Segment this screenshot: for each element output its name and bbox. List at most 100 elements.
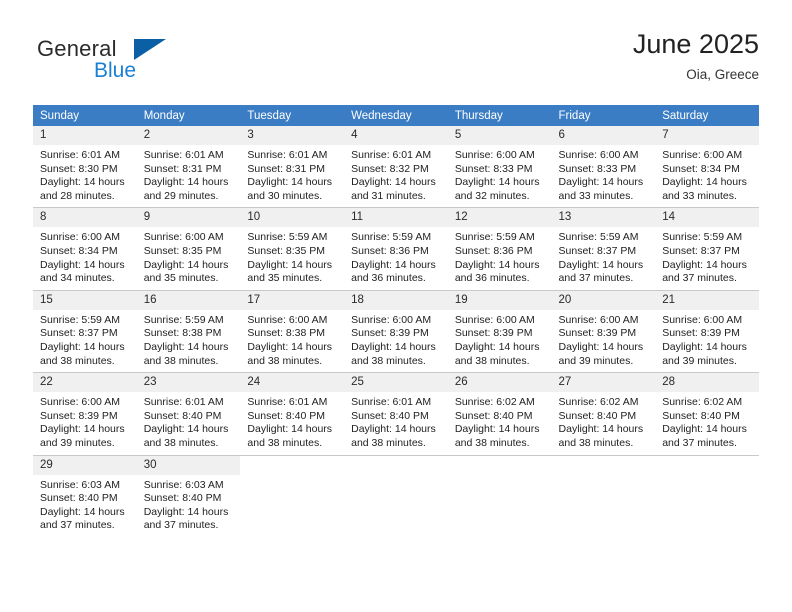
calendar-day-cell-empty (447, 454, 552, 537)
calendar-day-cell[interactable]: 27 Sunrise: 6:02 AM Sunset: 8:40 PM Dayligh… (551, 372, 656, 455)
calendar-day-cell[interactable]: 24 Sunrise: 6:01 AM Sunset: 8:40 PM Dayligh… (240, 372, 345, 455)
sunrise-text: Sunrise: 5:59 AM (143, 313, 224, 326)
sunset-text: Sunset: 8:37 PM (558, 244, 637, 257)
calendar-day-cell[interactable]: 21 Sunrise: 6:00 AM Sunset: 8:39 PM Dayligh… (655, 289, 759, 373)
sunset-text: Sunset: 8:40 PM (662, 409, 740, 422)
sunrise-text: Sunrise: 6:00 AM (454, 149, 535, 161)
calendar-day-cell[interactable]: 28 Sunrise: 6:02 AM Sunset: 8:40 PM Dayligh… (655, 372, 759, 455)
day-number (655, 455, 759, 475)
sunrise-text: Sunrise: 5:59 AM (40, 313, 120, 326)
day-number (447, 455, 552, 475)
calendar-day-cell[interactable]: 9 Sunrise: 6:00 AM Sunset: 8:35 PM Daylight… (136, 207, 241, 291)
sunset-text: Sunset: 8:32 PM (351, 162, 429, 175)
day-details: Sunrise: 6:01 AM Sunset: 8:30 PM Daylight:… (33, 145, 137, 207)
day-details: Sunrise: 6:01 AM Sunset: 8:40 PM Daylight:… (137, 392, 241, 454)
calendar-day-cell[interactable]: 29 Sunrise: 6:03 AM Sunset: 8:40 PM Dayligh… (33, 454, 137, 537)
sunset-text: Sunset: 8:35 PM (247, 244, 326, 257)
day-details: Sunrise: 6:02 AM Sunset: 8:40 PM Daylight:… (552, 392, 656, 454)
calendar-day-cell[interactable]: 25 Sunrise: 6:01 AM Sunset: 8:40 PM Dayligh… (344, 372, 448, 455)
day-number: 8 (33, 208, 137, 228)
day-details: Sunrise: 6:01 AM Sunset: 8:32 PM Daylight:… (344, 145, 448, 207)
weekday-header-row: Sunday Monday Tuesday Wednesday Thursday… (33, 105, 759, 126)
day-details (655, 475, 759, 483)
sunrise-text: Sunrise: 6:02 AM (662, 396, 743, 409)
day-number (344, 455, 448, 475)
day-details: Sunrise: 5:59 AM Sunset: 8:35 PM Daylight:… (240, 227, 344, 289)
calendar-day-cell[interactable]: 2 Sunrise: 6:01 AM Sunset: 8:31 PM Daylight… (136, 126, 241, 208)
calendar-day-cell[interactable]: 7 Sunrise: 6:00 AM Sunset: 8:34 PM Daylight… (655, 126, 759, 208)
sunrise-text: Sunrise: 5:59 AM (351, 231, 432, 244)
daylight-text-line1: Daylight: 14 hours (351, 423, 436, 436)
sunset-text: Sunset: 8:37 PM (40, 327, 118, 340)
day-number: 6 (551, 126, 656, 145)
calendar-day-cell[interactable]: 11 Sunrise: 5:59 AM Sunset: 8:36 PM Dayligh… (344, 207, 448, 291)
sunset-text: Sunset: 8:40 PM (558, 409, 637, 422)
sunset-text: Sunset: 8:35 PM (143, 244, 222, 257)
sunset-text: Sunset: 8:34 PM (662, 162, 740, 175)
weekday-header-sunday: Sunday (33, 105, 137, 126)
sunset-text: Sunset: 8:39 PM (662, 327, 740, 340)
daylight-text-line1: Daylight: 14 hours (40, 340, 125, 353)
calendar-day-cell[interactable]: 4 Sunrise: 6:01 AM Sunset: 8:32 PM Daylight… (344, 126, 448, 208)
day-details: Sunrise: 5:59 AM Sunset: 8:37 PM Daylight:… (655, 227, 759, 289)
calendar-day-cell[interactable]: 8 Sunrise: 6:00 AM Sunset: 8:34 PM Daylight… (33, 207, 137, 291)
daylight-text-line2: and 38 minutes. (247, 354, 323, 367)
daylight-text-line2: and 38 minutes. (351, 354, 426, 367)
calendar-day-cell[interactable]: 3 Sunrise: 6:01 AM Sunset: 8:31 PM Daylight… (240, 126, 345, 208)
calendar-day-cell[interactable]: 1 Sunrise: 6:01 AM Sunset: 8:30 PM Daylight… (33, 126, 137, 208)
brand-logo[interactable]: General Blue (37, 36, 217, 90)
calendar-day-cell[interactable]: 20 Sunrise: 6:00 AM Sunset: 8:39 PM Dayligh… (551, 289, 656, 373)
calendar-day-cell[interactable]: 14 Sunrise: 5:59 AM Sunset: 8:37 PM Dayligh… (655, 207, 759, 291)
daylight-text-line1: Daylight: 14 hours (454, 423, 540, 436)
sunrise-text: Sunrise: 5:59 AM (247, 231, 328, 244)
calendar-day-cell[interactable]: 13 Sunrise: 5:59 AM Sunset: 8:37 PM Dayligh… (551, 207, 656, 291)
calendar-day-cell[interactable]: 26 Sunrise: 6:02 AM Sunset: 8:40 PM Dayligh… (447, 372, 552, 455)
calendar-day-cell[interactable]: 6 Sunrise: 6:00 AM Sunset: 8:33 PM Daylight… (551, 126, 656, 208)
sunset-text: Sunset: 8:40 PM (454, 409, 533, 422)
day-details: Sunrise: 5:59 AM Sunset: 8:36 PM Daylight:… (344, 227, 448, 289)
sunset-text: Sunset: 8:39 PM (454, 327, 533, 340)
daylight-text-line1: Daylight: 14 hours (351, 176, 436, 189)
daylight-text-line1: Daylight: 14 hours (351, 258, 436, 271)
calendar-day-cell-empty (240, 454, 345, 537)
sunset-text: Sunset: 8:37 PM (662, 244, 740, 257)
calendar-day-cell[interactable]: 18 Sunrise: 6:00 AM Sunset: 8:39 PM Dayligh… (344, 289, 448, 373)
sunrise-text: Sunrise: 5:59 AM (662, 231, 743, 244)
calendar-day-cell[interactable]: 22 Sunrise: 6:00 AM Sunset: 8:39 PM Dayligh… (33, 372, 137, 455)
sunset-text: Sunset: 8:40 PM (143, 409, 222, 422)
sunrise-text: Sunrise: 6:00 AM (454, 313, 535, 326)
calendar-day-cell[interactable]: 16 Sunrise: 5:59 AM Sunset: 8:38 PM Dayligh… (136, 289, 241, 373)
sunset-text: Sunset: 8:38 PM (143, 327, 222, 340)
daylight-text-line2: and 37 minutes. (662, 436, 737, 449)
calendar-day-cell-empty (655, 454, 759, 537)
sunset-text: Sunset: 8:39 PM (558, 327, 637, 340)
daylight-text-line2: and 29 minutes. (143, 189, 219, 202)
calendar-day-cell[interactable]: 15 Sunrise: 5:59 AM Sunset: 8:37 PM Dayligh… (33, 289, 137, 373)
sunset-text: Sunset: 8:33 PM (454, 162, 533, 175)
day-details: Sunrise: 6:00 AM Sunset: 8:34 PM Daylight:… (655, 145, 759, 207)
calendar-day-cell[interactable]: 12 Sunrise: 5:59 AM Sunset: 8:36 PM Dayligh… (447, 207, 552, 291)
daylight-text-line2: and 39 minutes. (558, 354, 634, 367)
day-details: Sunrise: 6:02 AM Sunset: 8:40 PM Daylight:… (448, 392, 552, 454)
calendar-day-cell[interactable]: 23 Sunrise: 6:01 AM Sunset: 8:40 PM Dayligh… (136, 372, 241, 455)
sunrise-text: Sunrise: 6:00 AM (558, 313, 639, 326)
calendar-day-cell[interactable]: 17 Sunrise: 6:00 AM Sunset: 8:38 PM Dayligh… (240, 289, 345, 373)
daylight-text-line1: Daylight: 14 hours (40, 258, 125, 271)
day-details: Sunrise: 5:59 AM Sunset: 8:36 PM Daylight:… (448, 227, 552, 289)
calendar-day-cell[interactable]: 30 Sunrise: 6:03 AM Sunset: 8:40 PM Dayligh… (136, 454, 241, 537)
day-details (552, 475, 656, 483)
day-number: 11 (344, 208, 448, 228)
sunset-text: Sunset: 8:39 PM (351, 327, 429, 340)
calendar-day-cell[interactable]: 19 Sunrise: 6:00 AM Sunset: 8:39 PM Dayligh… (447, 289, 552, 373)
day-number: 15 (33, 290, 137, 310)
day-number: 3 (240, 126, 345, 145)
daylight-text-line2: and 30 minutes. (247, 189, 323, 202)
daylight-text-line1: Daylight: 14 hours (247, 176, 333, 189)
day-details: Sunrise: 6:00 AM Sunset: 8:39 PM Daylight:… (448, 310, 552, 372)
calendar-day-cell[interactable]: 5 Sunrise: 6:00 AM Sunset: 8:33 PM Daylight… (447, 126, 552, 208)
day-number: 27 (551, 373, 656, 393)
day-details: Sunrise: 6:01 AM Sunset: 8:31 PM Daylight:… (240, 145, 344, 207)
title-block: June 2025 Oia, Greece (633, 28, 759, 85)
day-number (240, 455, 345, 475)
calendar-day-cell[interactable]: 10 Sunrise: 5:59 AM Sunset: 8:35 PM Dayligh… (240, 207, 345, 291)
